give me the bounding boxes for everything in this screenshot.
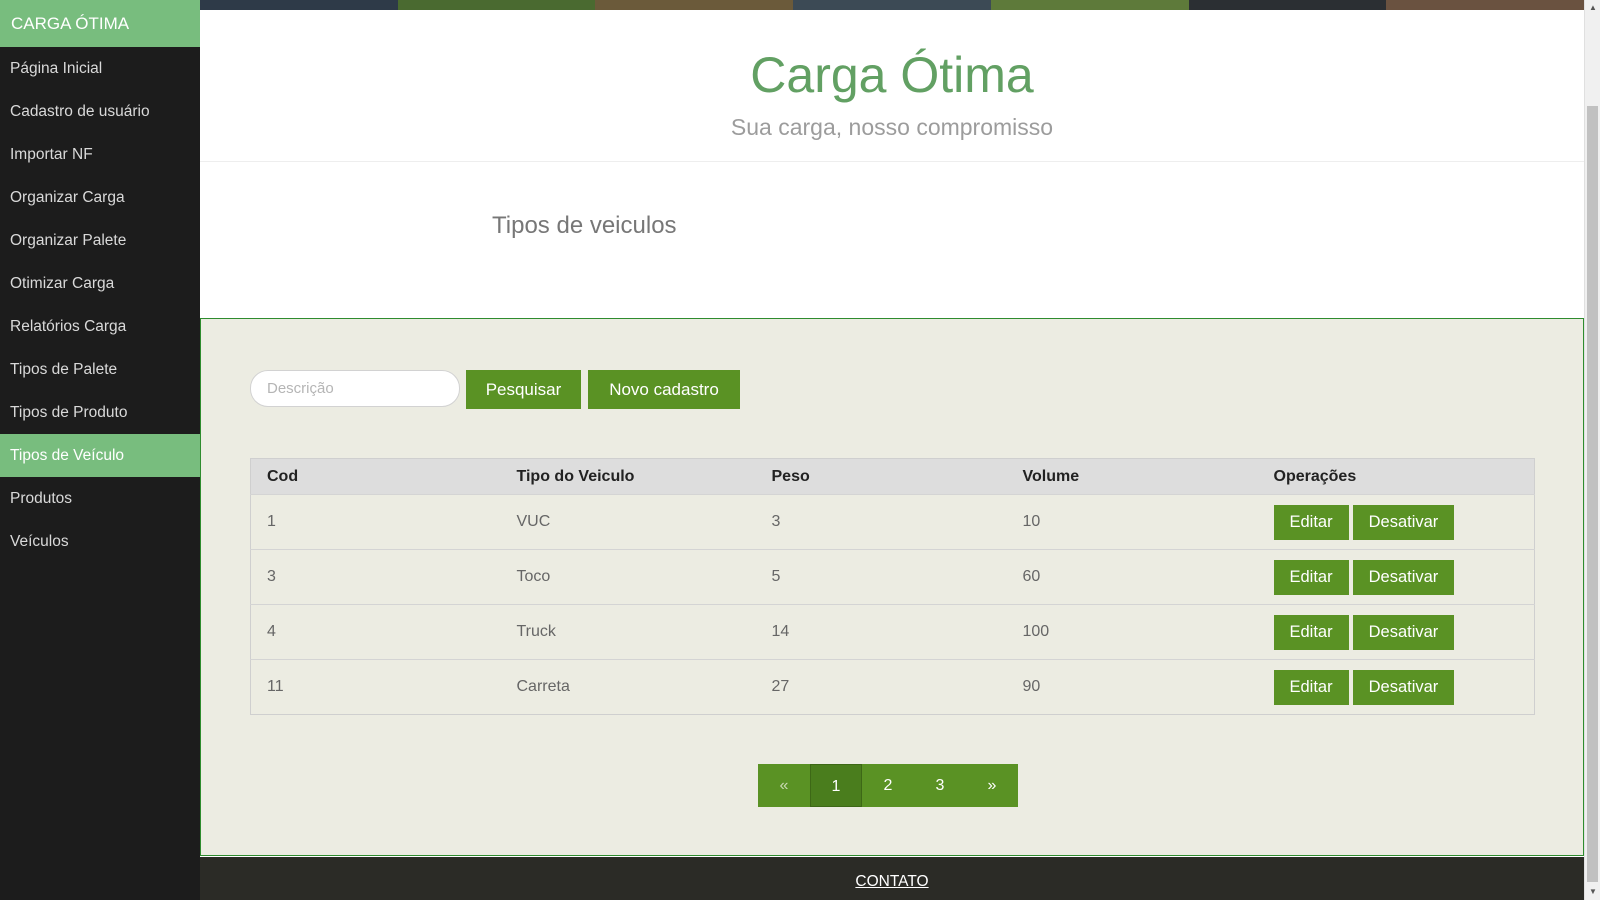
disable-button[interactable]: Desativar (1352, 669, 1455, 705)
sidebar-item-pagina-inicial[interactable]: Página Inicial (0, 47, 200, 90)
column-header-cod[interactable]: Cod (250, 458, 501, 495)
cell-cod: 4 (250, 604, 501, 660)
search-button[interactable]: Pesquisar (466, 370, 581, 409)
cell-peso: 27 (755, 659, 1007, 715)
scroll-up-arrow-icon[interactable]: ▲ (1585, 0, 1600, 16)
scrollbar-thumb[interactable] (1587, 106, 1598, 882)
cell-operacoes: Editar Desativar (1257, 494, 1535, 550)
banner-image-strip (200, 0, 1585, 10)
sidebar-item-tipos-veiculo[interactable]: Tipos de Veículo (0, 434, 200, 477)
cell-cod: 11 (250, 659, 501, 715)
sidebar-item-tipos-produto[interactable]: Tipos de Produto (0, 391, 200, 434)
content-panel: Pesquisar Novo cadastro Cod Tipo do Veic… (200, 318, 1584, 856)
site-title: Carga Ótima (750, 47, 1034, 103)
cell-volume: 60 (1006, 549, 1258, 605)
cell-cod: 3 (250, 549, 501, 605)
column-header-peso[interactable]: Peso (755, 458, 1007, 495)
cell-volume: 90 (1006, 659, 1258, 715)
sidebar-item-organizar-palete[interactable]: Organizar Palete (0, 219, 200, 262)
cell-tipo: VUC (500, 494, 756, 550)
site-header: Carga Ótima Sua carga, nosso compromisso (200, 10, 1584, 162)
sidebar-item-produtos[interactable]: Produtos (0, 477, 200, 520)
search-input[interactable] (250, 370, 460, 407)
cell-tipo: Carreta (500, 659, 756, 715)
cell-peso: 14 (755, 604, 1007, 660)
cell-volume: 10 (1006, 494, 1258, 550)
footer: CONTATO (200, 857, 1584, 900)
sidebar-item-relatorios-carga[interactable]: Relatórios Carga (0, 305, 200, 348)
sidebar-item-organizar-carga[interactable]: Organizar Carga (0, 176, 200, 219)
edit-button[interactable]: Editar (1273, 669, 1349, 705)
pagination-prev[interactable]: « (758, 764, 810, 807)
vertical-scrollbar[interactable]: ▲ ▼ (1584, 0, 1600, 900)
main-area: Carga Ótima Sua carga, nosso compromisso… (200, 0, 1585, 900)
table-row: 4 Truck 14 100 Editar Desativar (250, 604, 1535, 660)
table-row: 11 Carreta 27 90 Editar Desativar (250, 659, 1535, 715)
page-title: Tipos de veiculos (492, 212, 677, 239)
pagination-page-2[interactable]: 2 (862, 764, 914, 807)
cell-cod: 1 (250, 494, 501, 550)
table-header-row: Cod Tipo do Veiculo Peso Volume Operaçõe… (250, 458, 1535, 495)
pagination-page-1[interactable]: 1 (810, 764, 862, 807)
contact-link[interactable]: CONTATO (855, 873, 928, 890)
disable-button[interactable]: Desativar (1352, 559, 1455, 595)
sidebar: CARGA ÓTIMA Página Inicial Cadastro de u… (0, 0, 200, 900)
cell-tipo: Toco (500, 549, 756, 605)
pagination-page-3[interactable]: 3 (914, 764, 966, 807)
table-row: 3 Toco 5 60 Editar Desativar (250, 549, 1535, 605)
disable-button[interactable]: Desativar (1352, 504, 1455, 540)
pagination-next[interactable]: » (966, 764, 1018, 807)
sidebar-item-tipos-palete[interactable]: Tipos de Palete (0, 348, 200, 391)
table-row: 1 VUC 3 10 Editar Desativar (250, 494, 1535, 550)
cell-operacoes: Editar Desativar (1257, 659, 1535, 715)
disable-button[interactable]: Desativar (1352, 614, 1455, 650)
cell-peso: 5 (755, 549, 1007, 605)
edit-button[interactable]: Editar (1273, 559, 1349, 595)
pagination: « 1 2 3 » (758, 764, 1018, 807)
cell-tipo: Truck (500, 604, 756, 660)
vehicle-types-table: Cod Tipo do Veiculo Peso Volume Operaçõe… (250, 458, 1535, 715)
sidebar-item-importar-nf[interactable]: Importar NF (0, 133, 200, 176)
cell-operacoes: Editar Desativar (1257, 604, 1535, 660)
edit-button[interactable]: Editar (1273, 504, 1349, 540)
column-header-volume[interactable]: Volume (1006, 458, 1258, 495)
sidebar-item-cadastro-usuario[interactable]: Cadastro de usuário (0, 90, 200, 133)
edit-button[interactable]: Editar (1273, 614, 1349, 650)
new-record-button[interactable]: Novo cadastro (588, 370, 740, 409)
sidebar-brand[interactable]: CARGA ÓTIMA (0, 0, 200, 47)
scroll-down-arrow-icon[interactable]: ▼ (1585, 884, 1600, 900)
sidebar-item-veiculos[interactable]: Veículos (0, 520, 200, 563)
column-header-operacoes: Operações (1257, 458, 1535, 495)
cell-volume: 100 (1006, 604, 1258, 660)
cell-operacoes: Editar Desativar (1257, 549, 1535, 605)
column-header-tipo[interactable]: Tipo do Veiculo (500, 458, 756, 495)
site-subtitle: Sua carga, nosso compromisso (730, 114, 1054, 140)
sidebar-nav: Página Inicial Cadastro de usuário Impor… (0, 47, 200, 563)
cell-peso: 3 (755, 494, 1007, 550)
sidebar-item-otimizar-carga[interactable]: Otimizar Carga (0, 262, 200, 305)
